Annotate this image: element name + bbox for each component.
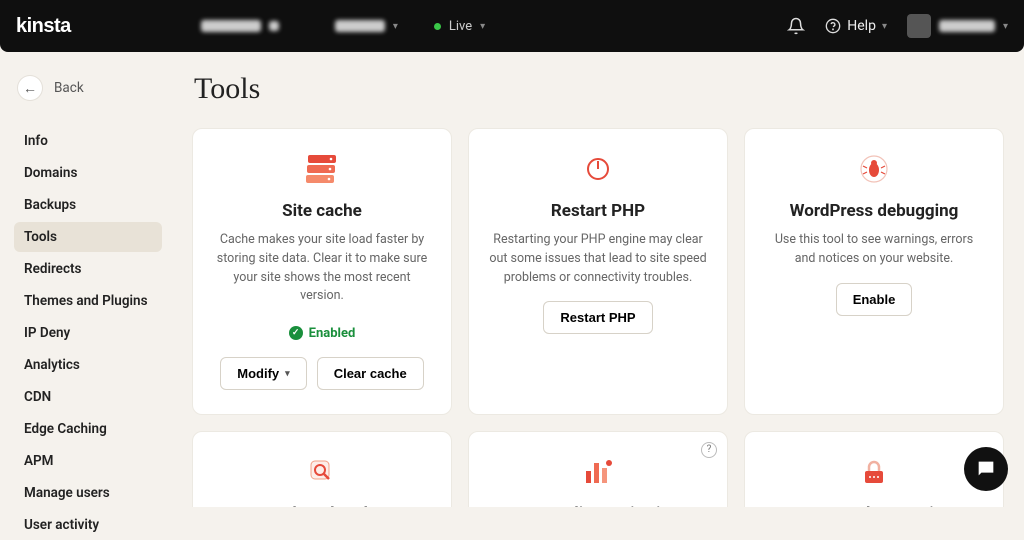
back-button[interactable]: ← Back [14,76,162,100]
card-title: WordPress debugging [763,201,985,221]
sidebar-item-domains[interactable]: Domains [14,158,162,188]
arrow-left-icon: ← [18,76,42,100]
card-title: Site cache [211,201,433,221]
card-title: New Relic monitoring [487,504,709,508]
site-selector[interactable] [201,20,279,32]
chevron-down-icon: ▾ [1003,21,1008,32]
site-name-redacted [201,20,261,32]
chevron-down-icon: ▾ [480,21,485,32]
restart-php-button[interactable]: Restart PHP [543,301,652,334]
sidebar-item-apm[interactable]: APM [14,446,162,476]
card-restart-php: Restart PHP Restarting your PHP engine m… [468,128,728,415]
chat-widget-button[interactable] [964,447,1008,491]
sidebar-item-info[interactable]: Info [14,126,162,156]
sidebar-nav: Info Domains Backups Tools Redirects The… [14,126,162,540]
card-title: Search and replace [211,504,433,508]
search-icon [211,454,433,490]
back-label: Back [54,80,84,96]
breadcrumb: ▾ Live ▾ [201,19,485,34]
card-site-cache: Site cache Cache makes your site load fa… [192,128,452,415]
lock-icon [763,454,985,490]
help-link[interactable]: Help ▾ [825,18,887,34]
card-title: Password protection [763,504,985,508]
env-selector[interactable]: Live ▾ [434,19,485,34]
chevron-down-icon: ▾ [882,21,887,32]
sidebar-item-redirects[interactable]: Redirects [14,254,162,284]
sidebar-item-manage-users[interactable]: Manage users [14,478,162,508]
card-desc: Cache makes your site load faster by sto… [211,231,433,306]
info-icon[interactable]: ? [701,442,717,458]
avatar [907,14,931,38]
sidebar-item-backups[interactable]: Backups [14,190,162,220]
env-label: Live [449,19,472,34]
card-new-relic: ? New Relic monitoring New Relic is a PH… [468,431,728,508]
card-desc: Restarting your PHP engine may clear out… [487,231,709,287]
user-menu[interactable]: ▾ [907,14,1008,38]
chevron-down-icon: ▾ [285,368,290,379]
card-title: Restart PHP [487,201,709,221]
check-circle-icon: ✓ [289,326,303,340]
bug-icon [763,151,985,187]
sidebar-item-edge-caching[interactable]: Edge Caching [14,414,162,444]
status-dot-icon [434,23,441,30]
sidebar-item-cdn[interactable]: CDN [14,382,162,412]
modify-button[interactable]: Modify ▾ [220,357,306,390]
sidebar-item-tools[interactable]: Tools [14,222,162,252]
sidebar-item-ip-deny[interactable]: IP Deny [14,318,162,348]
enable-button[interactable]: Enable [836,283,913,316]
notifications-icon[interactable] [787,17,805,35]
project-selector[interactable]: ▾ [335,20,398,32]
sidebar-item-analytics[interactable]: Analytics [14,350,162,380]
status-badge: ✓ Enabled [289,326,356,341]
sidebar: ← Back Info Domains Backups Tools Redire… [0,52,172,507]
server-icon [211,151,433,187]
sidebar-item-themes-plugins[interactable]: Themes and Plugins [14,286,162,316]
page-title: Tools [192,72,1004,106]
sidebar-item-user-activity[interactable]: User activity [14,510,162,540]
card-desc: Use this tool to see warnings, errors an… [763,231,985,269]
tools-grid: Site cache Cache makes your site load fa… [192,128,1004,507]
clear-cache-button[interactable]: Clear cache [317,357,424,390]
project-name-redacted [335,20,385,32]
help-label: Help [847,18,876,34]
card-wp-debug: WordPress debugging Use this tool to see… [744,128,1004,415]
main-content: Tools Site cache Cache makes your site l… [172,52,1024,507]
username-redacted [939,20,995,32]
topbar: kinsta ▾ Live ▾ Help ▾ ▾ [0,0,1024,52]
bar-chart-icon [487,454,709,490]
chevron-down-icon: ▾ [393,21,398,32]
power-icon [487,151,709,187]
brand-logo[interactable]: kinsta [16,15,71,38]
card-search-replace: Search and replace Use this tool to repl… [192,431,452,508]
